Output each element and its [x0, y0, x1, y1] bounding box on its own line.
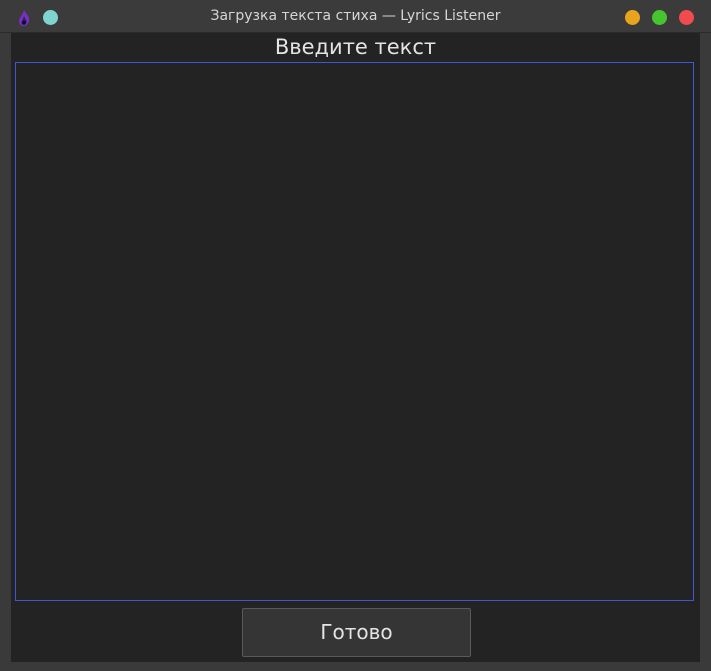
page-title: Введите текст	[274, 35, 437, 59]
lyrics-text-input[interactable]	[15, 62, 694, 601]
dialog-content: Введите текст Готово	[11, 33, 700, 662]
close-button[interactable]	[679, 10, 694, 25]
maximize-button[interactable]	[652, 10, 667, 25]
minimize-button[interactable]	[625, 10, 640, 25]
title-bar[interactable]: Загрузка текста стиха — Lyrics Listener	[0, 0, 711, 33]
window-title: Загрузка текста стиха — Lyrics Listener	[210, 8, 501, 24]
app-window: Загрузка текста стиха — Lyrics Listener …	[0, 0, 711, 671]
done-button[interactable]: Готово	[242, 608, 471, 657]
